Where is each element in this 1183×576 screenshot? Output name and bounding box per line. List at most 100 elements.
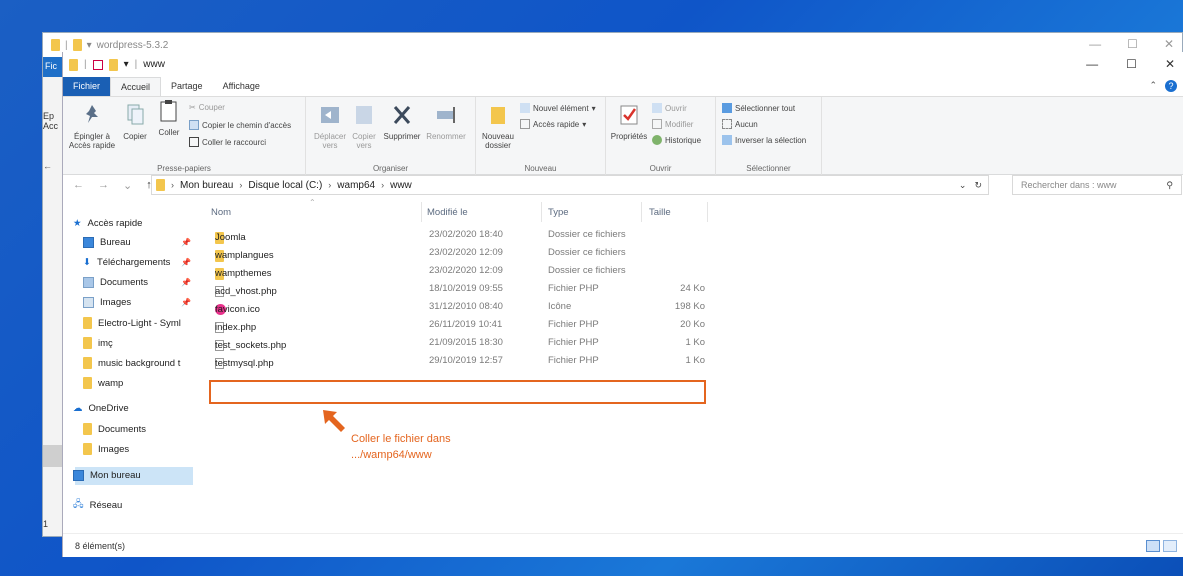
column-header-nom[interactable]: Nom	[211, 207, 231, 218]
large-icons-view-icon[interactable]	[1163, 539, 1177, 552]
recent-dropdown-icon[interactable]: ⌄	[123, 179, 132, 192]
paste-label: Coller	[158, 128, 180, 137]
column-separator[interactable]	[421, 202, 422, 222]
nav-item-telechargements[interactable]: ⬇ Téléchargements 📌	[83, 257, 191, 268]
nav-item-onedrive-documents[interactable]: Documents	[83, 423, 146, 435]
new-folder-button[interactable]: Nouveau dossier	[480, 103, 516, 150]
delete-button[interactable]: Supprimer	[382, 103, 422, 141]
tab-fichier[interactable]: Fichier	[63, 77, 111, 96]
file-date: 23/02/2020 18:40	[429, 229, 503, 240]
pin-icon[interactable]: 📌	[181, 258, 191, 267]
copy-path-button[interactable]: Copier le chemin d'accès	[189, 120, 291, 130]
file-date: 21/09/2015 18:30	[429, 337, 503, 348]
breadcrumb-segment[interactable]: www	[390, 180, 412, 191]
maximize-icon[interactable]: ☐	[1127, 37, 1138, 51]
column-separator[interactable]	[541, 202, 542, 222]
file-row[interactable]: test_sockets.php 21/09/2015 18:30 Fichier …	[209, 334, 909, 352]
breadcrumb-segment[interactable]: Disque local (C:)	[248, 180, 322, 191]
nav-item-folder[interactable]: Electro-Light - Syml	[83, 317, 181, 329]
nav-quick-access[interactable]: ★ Accès rapide	[73, 218, 142, 229]
column-header-taille[interactable]: Taille	[649, 207, 671, 218]
copy-button[interactable]: Copier	[119, 103, 151, 141]
file-row[interactable]: Joomla 23/02/2020 18:40 Dossier ce fichier…	[209, 226, 909, 244]
nav-onedrive[interactable]: ☁ OneDrive	[73, 403, 129, 414]
minimize-icon[interactable]: —	[1086, 57, 1098, 71]
dropdown-icon[interactable]: ▾	[124, 59, 129, 70]
nav-item-folder[interactable]: music background t	[83, 357, 180, 369]
open-button[interactable]: Ouvrir	[652, 103, 687, 113]
tab-affichage[interactable]: Affichage	[213, 77, 270, 96]
move-to-button[interactable]: Déplacer vers	[312, 103, 348, 150]
file-type: Icône	[548, 301, 572, 312]
nav-item-bureau[interactable]: Bureau 📌	[83, 237, 191, 248]
ribbon-collapse-icon[interactable]: ⌃	[1149, 80, 1157, 93]
column-header-modifie[interactable]: Modifié le	[427, 207, 468, 218]
nav-item-documents[interactable]: Documents 📌	[83, 277, 191, 288]
column-separator[interactable]	[707, 202, 708, 222]
select-all-button[interactable]: Sélectionner tout	[722, 103, 795, 113]
select-none-button[interactable]: Aucun	[722, 119, 758, 129]
breadcrumb-segment[interactable]: Mon bureau	[180, 180, 233, 191]
maximize-icon[interactable]: ☐	[1126, 57, 1137, 71]
nav-reseau[interactable]: 🖧 Réseau	[73, 497, 122, 513]
address-dropdown-icon[interactable]: ⌄	[959, 180, 967, 191]
invert-selection-button[interactable]: Inverser la sélection	[722, 135, 806, 145]
nav-item-folder[interactable]: wamp	[83, 377, 123, 389]
minimize-icon[interactable]: —	[1089, 37, 1101, 51]
properties-button[interactable]: Propriétés	[608, 103, 650, 141]
rename-button[interactable]: Renommer	[424, 103, 468, 141]
dropdown-icon[interactable]: ▾	[87, 40, 92, 51]
modify-icon	[652, 119, 662, 129]
address-row: ← → ⌄ ↑ › Mon bureau › Disque local (C:)…	[63, 175, 1183, 195]
item-count: 8 élément(s)	[75, 540, 126, 551]
refresh-icon[interactable]: ↻	[974, 180, 982, 191]
nav-item-images[interactable]: Images 📌	[83, 297, 191, 308]
quick-access-button[interactable]: Accès rapide ▾	[520, 119, 586, 129]
modify-button[interactable]: Modifier	[652, 119, 693, 129]
background-window-controls: — ☐ ✕	[1089, 37, 1174, 51]
status-bar: 8 élément(s)	[63, 533, 1183, 557]
column-header-type[interactable]: Type	[548, 207, 569, 218]
pin-icon[interactable]: 📌	[181, 238, 191, 247]
pin-icon[interactable]: 📌	[181, 298, 191, 307]
breadcrumb-segment[interactable]: wamp64	[337, 180, 375, 191]
tab-accueil[interactable]: Accueil	[110, 77, 162, 96]
tab-partage[interactable]: Partage	[161, 77, 213, 96]
file-row[interactable]: index.php 26/11/2019 10:41 Fichier PHP 20 K…	[209, 316, 909, 334]
back-icon[interactable]: ←	[73, 179, 84, 192]
cut-button[interactable]: ✂ Couper	[189, 103, 225, 112]
nav-item-folder[interactable]: imç	[83, 337, 113, 349]
file-row[interactable]: wamplangues 23/02/2020 12:09 Dossier ce fi…	[209, 244, 909, 262]
checkbox-icon[interactable]	[92, 59, 103, 70]
search-input[interactable]: Rechercher dans : www ⚲	[1012, 175, 1182, 195]
address-bar[interactable]: › Mon bureau › Disque local (C:) › wamp6…	[151, 175, 989, 195]
search-icon[interactable]: ⚲	[1166, 180, 1173, 190]
paste-button[interactable]: Coller	[153, 99, 185, 137]
list-header: Nom ⌃ Modifié le Type Taille	[209, 198, 909, 226]
file-row[interactable]: favicon.ico 31/12/2010 08:40 Icône 198 Ko	[209, 298, 909, 316]
column-separator[interactable]	[641, 202, 642, 222]
file-name: wampthemes	[215, 268, 272, 279]
forward-icon[interactable]: →	[98, 179, 109, 192]
chevron-right-icon: ›	[381, 180, 385, 190]
close-icon[interactable]: ✕	[1164, 37, 1174, 51]
copy-to-button[interactable]: Copier vers	[348, 103, 380, 150]
paste-shortcut-button[interactable]: Coller le raccourci	[189, 137, 266, 147]
new-folder-icon	[491, 107, 505, 124]
close-icon[interactable]: ✕	[1165, 57, 1175, 71]
copy-to-icon	[356, 106, 372, 124]
file-type: Fichier PHP	[548, 355, 599, 366]
nav-item-onedrive-images[interactable]: Images	[83, 443, 129, 455]
file-row[interactable]: testmysql.php 29/10/2019 12:57 Fichier PHP…	[209, 352, 909, 370]
file-row[interactable]: wampthemes 23/02/2020 12:09 Dossier ce fic…	[209, 262, 909, 280]
pin-button[interactable]: Épingler à Accès rapide	[67, 103, 117, 150]
history-button[interactable]: Historique	[652, 135, 701, 145]
nav-label: Mon bureau	[90, 470, 141, 481]
details-view-icon[interactable]	[1146, 539, 1160, 552]
help-icon[interactable]: ?	[1165, 80, 1177, 92]
pin-icon[interactable]: 📌	[181, 278, 191, 287]
new-item-button[interactable]: Nouvel élément ▾	[520, 103, 596, 113]
folder-icon	[83, 337, 92, 349]
file-row[interactable]: acd_vhost.php 18/10/2019 09:55 Fichier PHP…	[209, 280, 909, 298]
nav-mon-bureau[interactable]: Mon bureau	[73, 470, 141, 481]
